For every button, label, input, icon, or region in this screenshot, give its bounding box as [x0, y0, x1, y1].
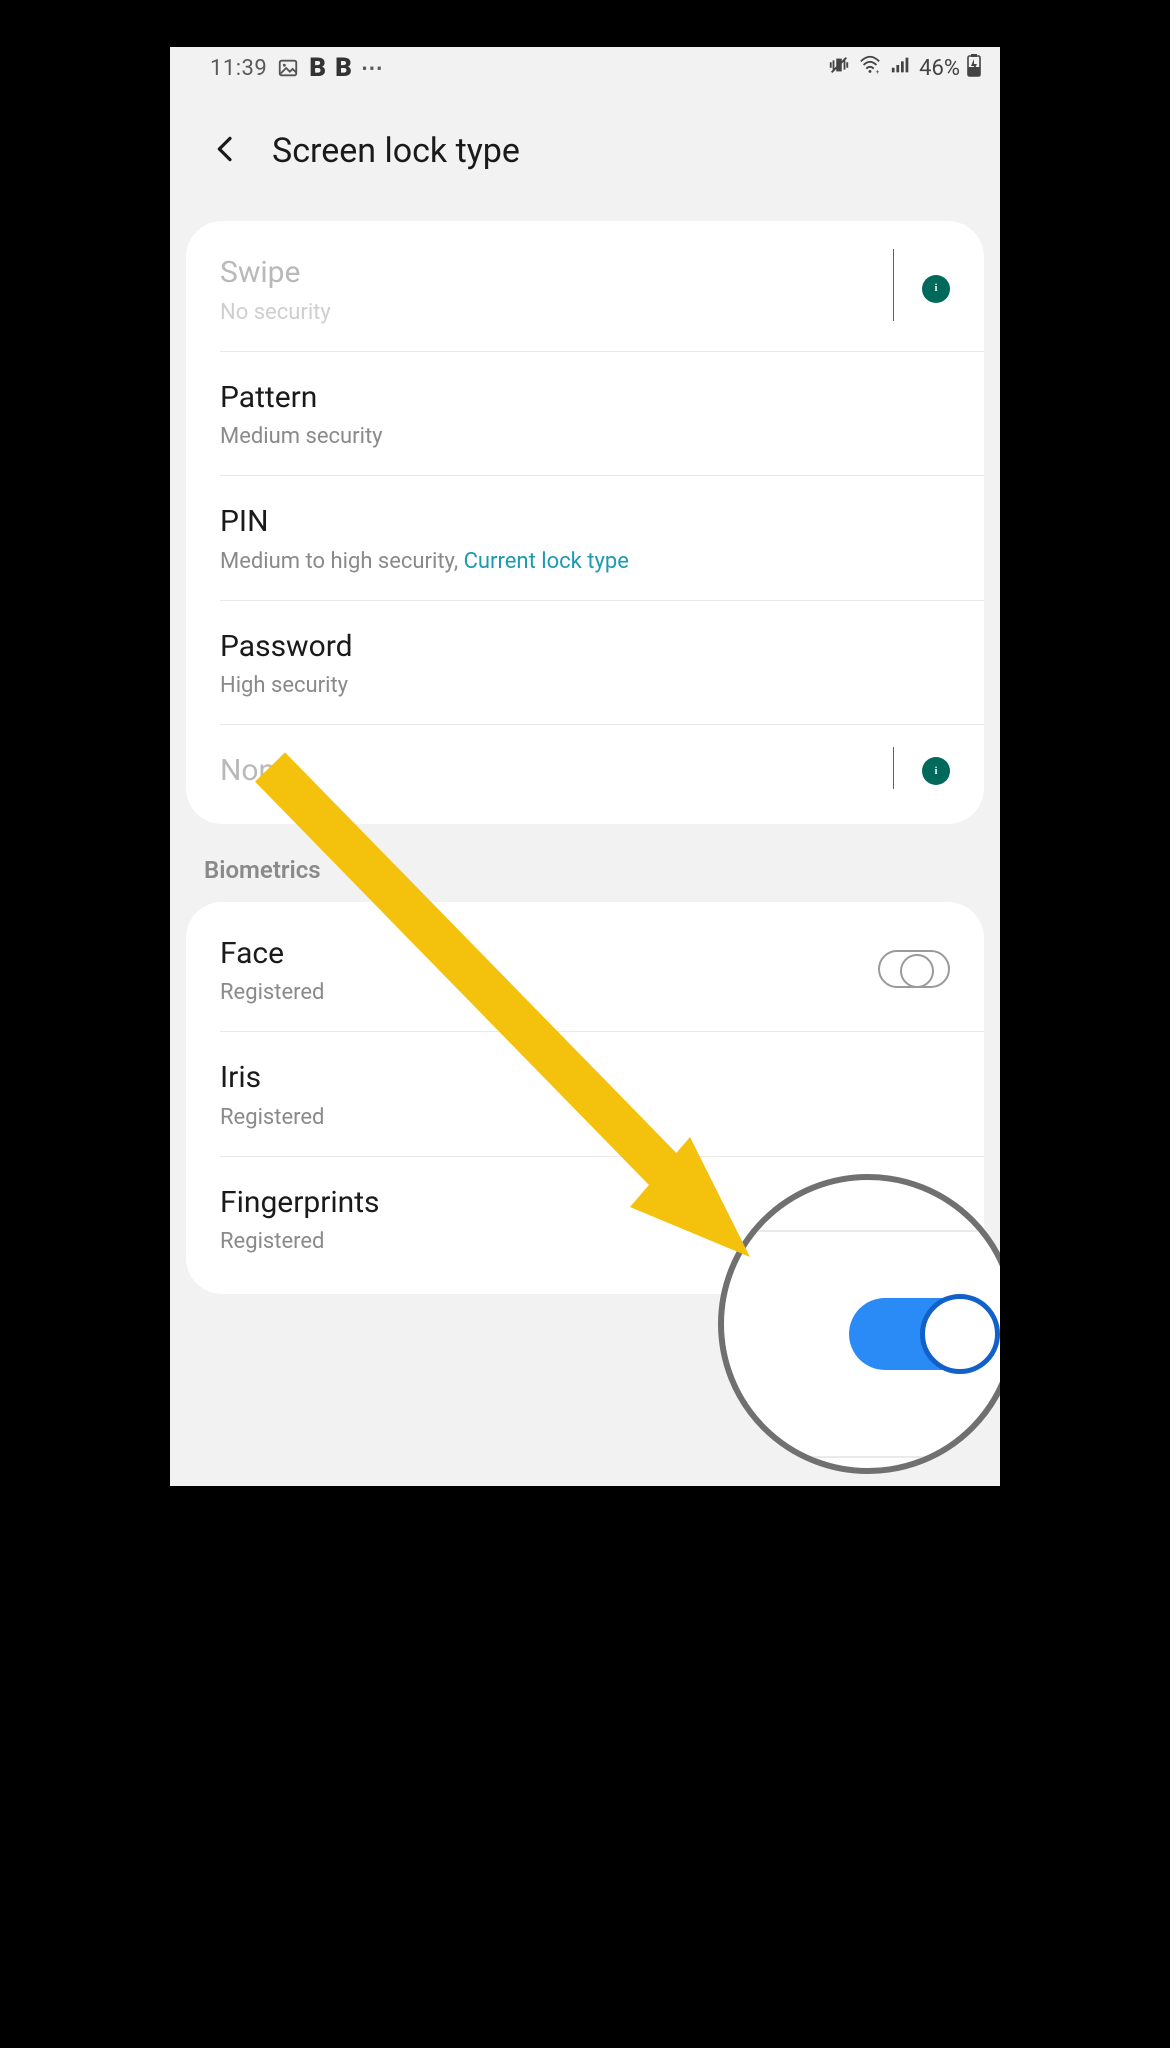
lock-type-none[interactable]: None i: [186, 725, 984, 824]
more-notifications-icon: ⋯: [361, 56, 385, 81]
lock-type-sub: Medium to high security, Current lock ty…: [220, 549, 950, 574]
biometric-title: Face: [220, 934, 878, 975]
lock-type-sub-prefix: Medium to high security,: [220, 549, 464, 574]
annotation-magnifier: [718, 1174, 1000, 1474]
toggle-face[interactable]: [878, 950, 950, 988]
current-lock-type-label: Current lock type: [464, 549, 629, 574]
status-time: 11:39: [210, 56, 267, 81]
svg-text:+: +: [876, 68, 880, 76]
chevron-left-icon: [210, 133, 242, 165]
lock-type-title: PIN: [220, 502, 950, 543]
biometric-sub: Registered: [220, 1105, 950, 1130]
status-bar: 11:39 B B ⋯ + 46%: [170, 47, 1000, 89]
toggle-knob-icon: [920, 1294, 1000, 1374]
divider-vertical: [893, 747, 895, 789]
biometric-face[interactable]: Face Registered: [186, 902, 984, 1032]
app-notification-b1-icon: B: [309, 53, 325, 83]
cell-signal-icon: [889, 54, 913, 82]
lock-type-pin[interactable]: PIN Medium to high security, Current loc…: [186, 476, 984, 600]
lock-type-title: Swipe: [220, 253, 881, 294]
info-icon[interactable]: i: [922, 275, 950, 303]
battery-charging-icon: [966, 53, 982, 83]
lock-type-swipe[interactable]: Swipe No security i: [186, 221, 984, 351]
page-title: Screen lock type: [272, 131, 520, 171]
lock-type-pattern[interactable]: Pattern Medium security: [186, 352, 984, 476]
image-notification-icon: [277, 57, 299, 79]
section-header-biometrics: Biometrics: [170, 824, 1000, 902]
lock-type-sub: High security: [220, 673, 950, 698]
lock-type-sub: Medium security: [220, 424, 950, 449]
back-button[interactable]: [210, 133, 242, 169]
lock-type-title: Pattern: [220, 378, 950, 419]
biometric-title: Iris: [220, 1058, 950, 1099]
lock-type-password[interactable]: Password High security: [186, 601, 984, 725]
biometric-iris[interactable]: Iris Registered: [186, 1032, 984, 1156]
battery-percent: 46%: [919, 56, 960, 81]
vibrate-mode-icon: [827, 54, 851, 82]
biometric-sub: Registered: [220, 980, 878, 1005]
divider-vertical: [893, 249, 895, 321]
wifi-icon: +: [857, 54, 883, 82]
lock-type-title: Password: [220, 627, 950, 668]
info-icon[interactable]: i: [922, 757, 950, 785]
lock-types-card: Swipe No security i Pattern Medium secur…: [186, 221, 984, 824]
lock-type-sub: No security: [220, 300, 881, 325]
lock-type-title: None: [220, 751, 881, 792]
app-notification-b2-icon: B: [335, 53, 351, 83]
